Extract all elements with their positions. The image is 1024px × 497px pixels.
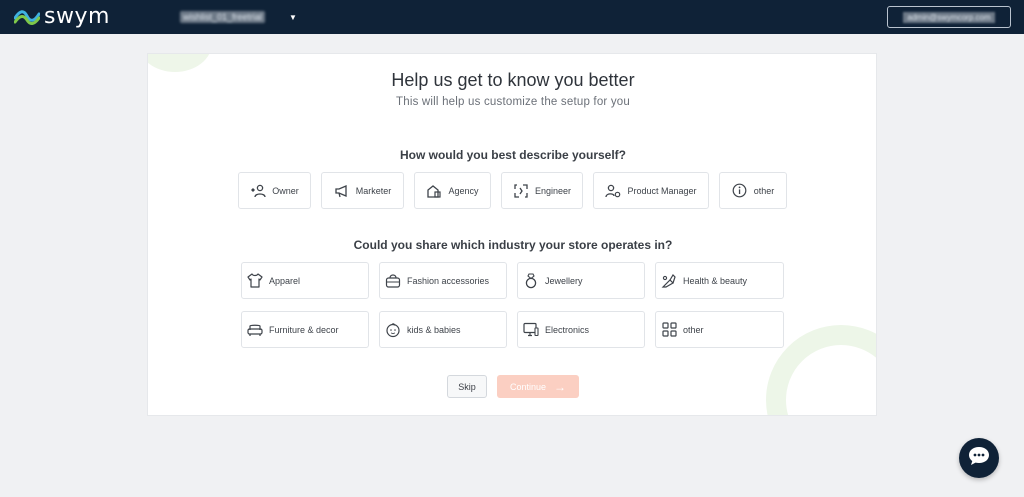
tshirt-icon <box>247 273 263 289</box>
role-option-marketer[interactable]: Marketer <box>321 172 404 209</box>
caret-down-icon: ▼ <box>289 12 297 22</box>
role-option-agency[interactable]: Agency <box>414 172 491 209</box>
megaphone-icon <box>334 183 350 199</box>
account-email: admin@swymcorp.com <box>903 11 995 23</box>
industry-option-other[interactable]: other <box>655 311 784 348</box>
handbag-icon <box>385 273 401 289</box>
industry-label: kids & babies <box>407 324 461 335</box>
sofa-icon <box>247 322 263 338</box>
continue-label: Continue <box>509 381 547 392</box>
top-navigation-bar: swym wishlist_01_freetrial ▼ admin@swymc… <box>0 0 1024 34</box>
industry-option-electronics[interactable]: Electronics <box>517 311 645 348</box>
baby-icon <box>385 322 401 338</box>
grid-icon <box>661 322 677 338</box>
industry-option-furniture-decor[interactable]: Furniture & decor <box>241 311 369 348</box>
industry-label: other <box>683 324 704 335</box>
role-option-owner[interactable]: Owner <box>238 172 311 209</box>
swym-logo[interactable]: swym <box>14 3 110 29</box>
industry-label: Furniture & decor <box>269 324 339 335</box>
role-label: Product Manager <box>627 185 697 196</box>
role-label: Engineer <box>534 185 572 196</box>
beauty-icon <box>661 273 677 289</box>
onboarding-card: Help us get to know you better This will… <box>147 53 877 416</box>
role-option-other[interactable]: other <box>719 172 787 209</box>
swym-logo-icon <box>14 10 40 25</box>
arrow-right-icon: → <box>554 379 567 394</box>
page-title: Help us get to know you better <box>391 70 635 90</box>
logo-text: swym <box>44 3 110 29</box>
code-icon <box>513 183 529 199</box>
industry-option-fashion-accessories[interactable]: Fashion accessories <box>379 262 507 299</box>
ring-icon <box>523 272 539 289</box>
chat-launcher-button[interactable] <box>959 438 999 478</box>
building-icon <box>426 183 442 199</box>
industry-option-kids-babies[interactable]: kids & babies <box>379 311 507 348</box>
industry-label: Health & beauty <box>683 275 748 286</box>
chat-bubble-icon <box>967 445 991 472</box>
store-selector[interactable]: wishlist_01_freetrial ▼ <box>180 10 297 24</box>
industry-question: Could you share which industry your stor… <box>353 238 673 252</box>
role-option-product-manager[interactable]: Product Manager <box>593 172 709 209</box>
industry-label: Electronics <box>545 324 590 335</box>
role-label: Agency <box>448 185 479 196</box>
role-label: Owner <box>272 185 299 196</box>
industry-option-jewellery[interactable]: Jewellery <box>517 262 645 299</box>
role-question: How would you best describe yourself? <box>399 148 627 162</box>
owner-icon <box>250 183 266 199</box>
monitor-icon <box>523 322 539 338</box>
industry-label: Fashion accessories <box>407 275 490 286</box>
industry-option-health-beauty[interactable]: Health & beauty <box>655 262 784 299</box>
page-subtitle: This will help us customize the setup fo… <box>396 96 630 108</box>
continue-button[interactable]: Continue → <box>497 375 579 398</box>
info-icon <box>732 183 748 199</box>
user-gear-icon <box>605 183 621 199</box>
role-option-engineer[interactable]: Engineer <box>501 172 583 209</box>
skip-button[interactable]: Skip <box>447 375 487 398</box>
store-name: wishlist_01_freetrial <box>180 11 266 23</box>
role-label: other <box>753 185 775 196</box>
industry-option-apparel[interactable]: Apparel <box>241 262 369 299</box>
industry-label: Apparel <box>269 275 301 286</box>
account-menu[interactable]: admin@swymcorp.com <box>887 6 1011 28</box>
role-label: Marketer <box>355 185 392 196</box>
industry-label: Jewellery <box>545 275 583 286</box>
